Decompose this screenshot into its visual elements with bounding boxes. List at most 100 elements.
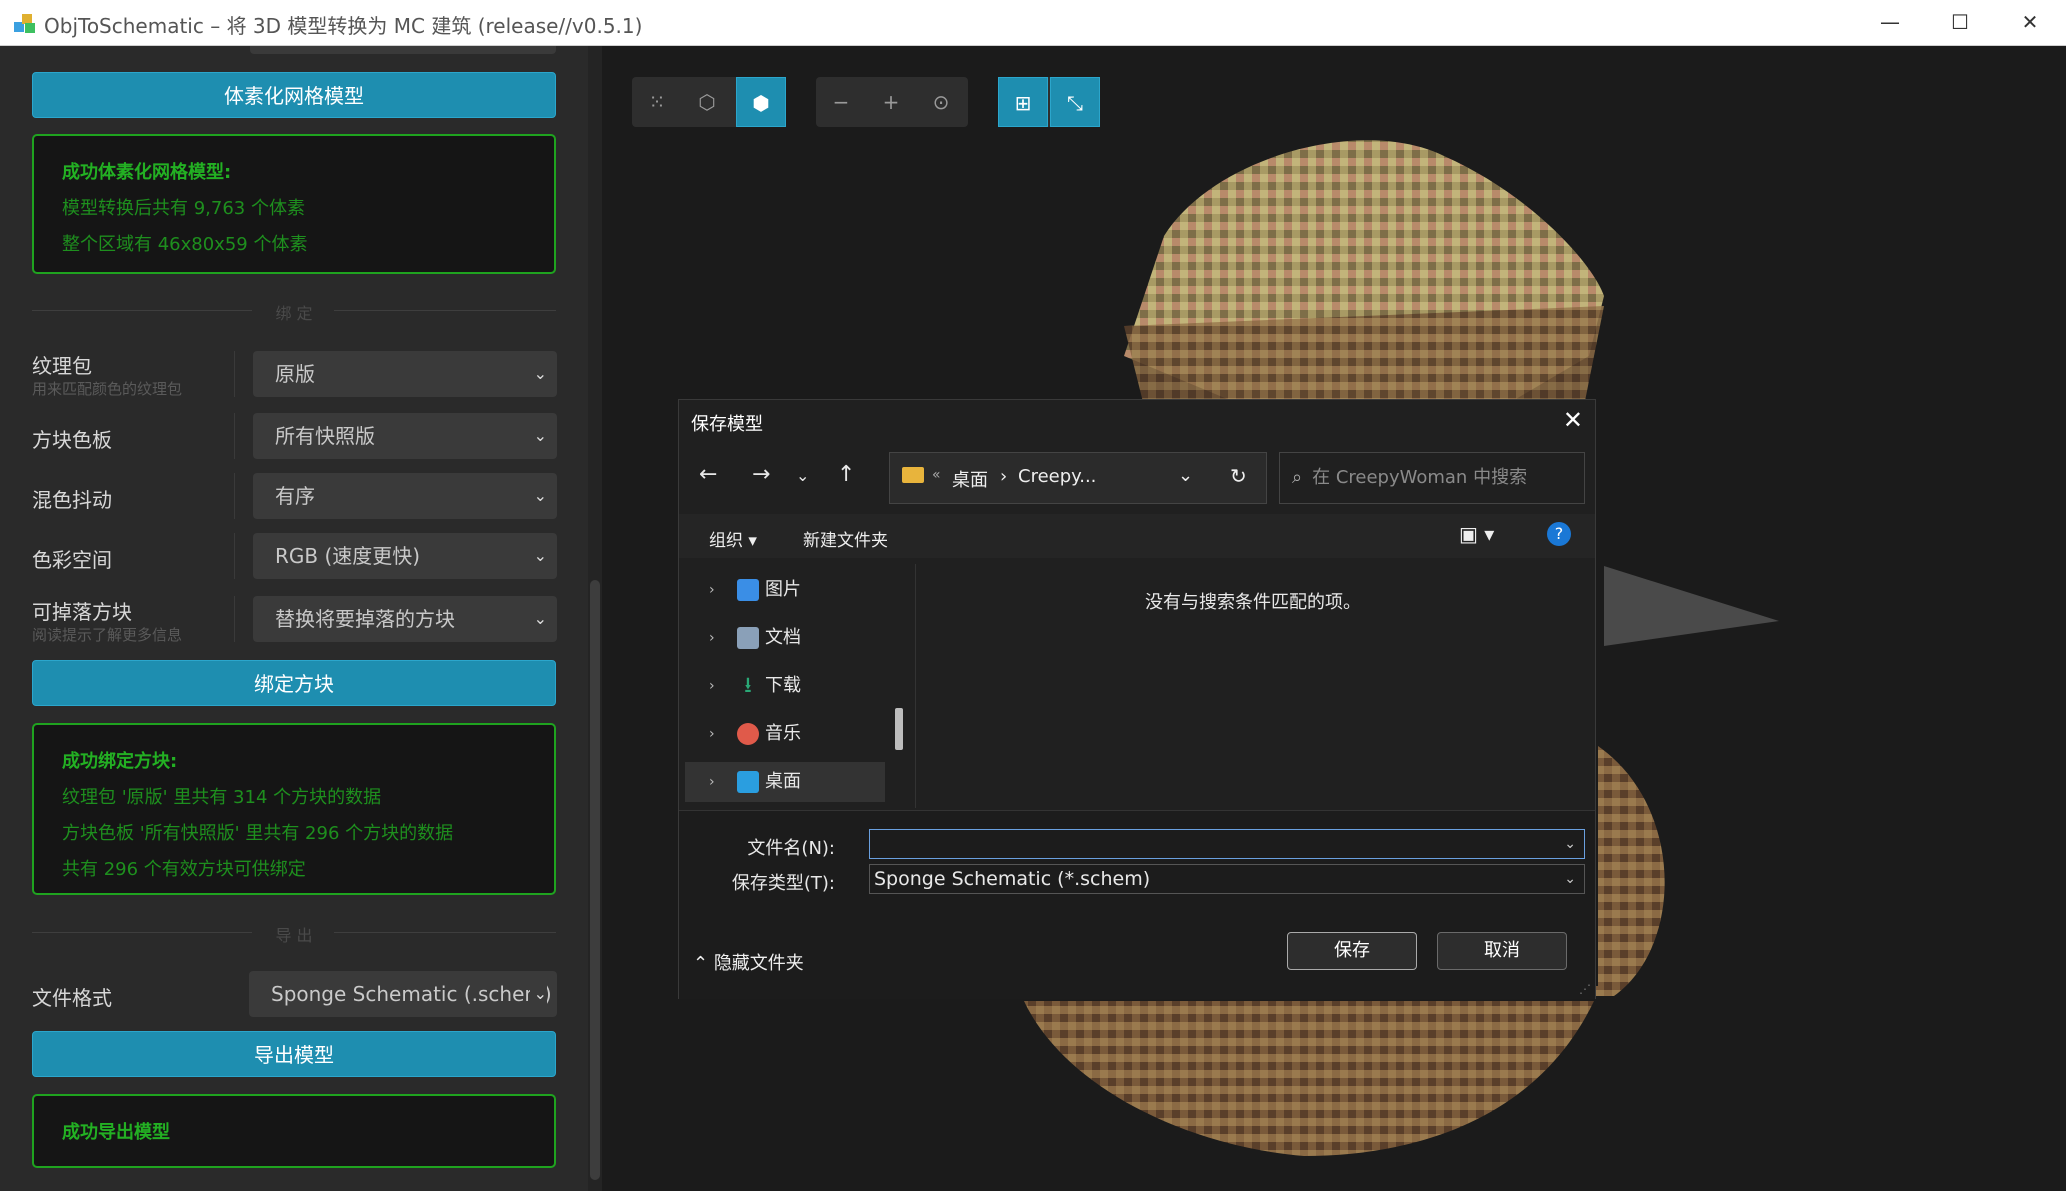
forward-icon[interactable]: →	[752, 462, 770, 487]
tree-scrollbar-thumb[interactable]	[895, 708, 903, 750]
address-bar[interactable]: « 桌面 › Creepy... ⌄ ↻	[889, 452, 1267, 504]
message-line: 方块色板 '所有快照版' 里共有 296 个方块的数据	[62, 823, 454, 844]
view-options-icon[interactable]: ▣ ▾	[1459, 522, 1494, 546]
dialog-title: 保存模型	[691, 414, 763, 435]
voxel-model-bottom	[1024, 1001, 1594, 1156]
zoom-out-icon[interactable]: −	[816, 77, 866, 127]
select-value: 替换将要掉落的方块	[275, 607, 455, 631]
tree-item-music[interactable]: › 音乐	[685, 714, 885, 754]
chevron-down-icon: ⌄	[533, 426, 547, 445]
tree-item-pictures[interactable]: › 图片	[685, 570, 885, 610]
refresh-icon[interactable]: ↻	[1230, 464, 1247, 488]
minimize-button[interactable]: —	[1855, 0, 1925, 45]
back-icon[interactable]: ←	[699, 462, 717, 487]
desktop-icon	[737, 771, 759, 793]
filetype-select[interactable]: Sponge Schematic (*.schem) ⌄	[869, 864, 1585, 894]
window-title: ObjToSchematic – 将 3D 模型转换为 MC 建筑 (relea…	[44, 14, 643, 38]
chevron-down-icon: ⌄	[533, 546, 547, 565]
cancel-button[interactable]: 取消	[1437, 932, 1567, 970]
up-icon[interactable]: ↑	[837, 462, 855, 487]
overlay-group: ⊞ ⤡	[998, 77, 1100, 127]
chevron-right-icon[interactable]: ›	[709, 618, 715, 658]
chevron-right-icon[interactable]: ›	[709, 666, 715, 706]
chevron-right-icon[interactable]: ›	[709, 762, 715, 802]
file-format-label: 文件格式	[32, 986, 112, 1010]
chevron-down-icon: ⌄	[533, 609, 547, 628]
block-palette-select[interactable]: 所有快照版 ⌄	[253, 413, 557, 459]
breadcrumb-folder[interactable]: Creepy...	[1018, 466, 1096, 487]
tree-label: 图片	[765, 579, 801, 600]
dialog-toolbar: 组织 ▾ 新建文件夹 ▣ ▾ ?	[679, 514, 1595, 558]
chevron-down-icon[interactable]: ⌄	[1564, 865, 1576, 893]
organize-menu[interactable]: 组织 ▾	[709, 526, 757, 551]
resize-grip-icon[interactable]: ⋰	[1579, 982, 1591, 996]
camera-group: − + ⊙	[816, 77, 968, 127]
help-icon[interactable]: ?	[1547, 522, 1571, 546]
filename-input[interactable]: ⌄	[869, 829, 1585, 859]
dithering-label: 混色抖动	[32, 488, 112, 512]
new-folder-button[interactable]: 新建文件夹	[803, 526, 888, 551]
message-heading: 成功体素化网格模型:	[62, 162, 232, 183]
filetype-value: Sponge Schematic (*.schem)	[874, 868, 1151, 890]
message-line: 纹理包 '原版' 里共有 314 个方块的数据	[62, 787, 382, 808]
grid-icon[interactable]: ⊞	[998, 77, 1048, 127]
export-button[interactable]: 导出模型	[32, 1031, 556, 1077]
partial-select	[250, 46, 556, 54]
voxel-cube-icon[interactable]: ⬢	[736, 77, 786, 127]
dialog-bottom-panel: 文件名(N): ⌄ 保存类型(T): Sponge Schematic (*.s…	[679, 810, 1595, 999]
recenter-icon[interactable]: ⊙	[916, 77, 966, 127]
axes-icon[interactable]: ⤡	[1050, 77, 1100, 127]
voxelize-button[interactable]: 体素化网格模型	[32, 72, 556, 118]
zoom-in-icon[interactable]: +	[866, 77, 916, 127]
select-value: RGB (速度更快)	[275, 544, 421, 568]
tree-item-desktop[interactable]: › 桌面	[685, 762, 885, 802]
sidebar: 体素化网格模型 成功体素化网格模型: 模型转换后共有 9,763 个体素 整个区…	[0, 46, 602, 1191]
address-overflow[interactable]: «	[932, 467, 941, 483]
chevron-down-icon: ⌄	[529, 971, 547, 1017]
falling-blocks-select[interactable]: 替换将要掉落的方块 ⌄	[253, 596, 557, 642]
tree-item-documents[interactable]: › 文档	[685, 618, 885, 658]
view-mode-group: ⁙ ⬡ ⬢	[632, 77, 786, 127]
sidebar-scrollbar-thumb[interactable]	[590, 580, 600, 1180]
texture-pack-hint: 用来匹配颜色的纹理包	[32, 380, 183, 398]
texture-pack-label: 纹理包	[32, 354, 92, 378]
voxelize-message: 成功体素化网格模型: 模型转换后共有 9,763 个体素 整个区域有 46x80…	[32, 134, 556, 274]
documents-icon	[737, 627, 759, 649]
chevron-right-icon[interactable]: ›	[709, 714, 715, 754]
chevron-down-icon: ⌄	[533, 364, 547, 383]
message-heading: 成功绑定方块:	[62, 751, 178, 772]
hide-folders-toggle[interactable]: ⌃ 隐藏文件夹	[693, 949, 804, 975]
close-window-button[interactable]: ✕	[1995, 0, 2065, 45]
chevron-down-icon: ⌄	[533, 486, 547, 505]
tree-item-downloads[interactable]: › ⭳ 下载	[685, 666, 885, 706]
message-line: 整个区域有 46x80x59 个体素	[62, 234, 308, 255]
close-icon[interactable]: ✕	[1563, 406, 1583, 434]
search-input[interactable]: ⌕ 在 CreepyWoman 中搜索	[1279, 452, 1585, 504]
address-dropdown-icon[interactable]: ⌄	[1178, 465, 1193, 486]
texture-pack-select[interactable]: 原版 ⌄	[253, 351, 557, 397]
breadcrumb-desktop[interactable]: 桌面	[952, 466, 988, 492]
dithering-select[interactable]: 有序 ⌄	[253, 473, 557, 519]
assign-message: 成功绑定方块: 纹理包 '原版' 里共有 314 个方块的数据 方块色板 '所有…	[32, 723, 556, 895]
recent-chevron-icon[interactable]: ⌄	[796, 466, 809, 485]
chevron-down-icon[interactable]: ⌄	[1564, 830, 1576, 858]
message-heading: 成功导出模型	[62, 1122, 170, 1143]
export-message: 成功导出模型	[32, 1094, 556, 1168]
tree-label: 音乐	[765, 723, 801, 744]
chevron-right-icon[interactable]: ›	[709, 570, 715, 610]
filename-label: 文件名(N):	[747, 838, 835, 859]
maximize-button[interactable]: ☐	[1925, 0, 1995, 45]
falling-blocks-label: 可掉落方块	[32, 600, 132, 624]
music-icon	[737, 723, 759, 745]
assign-blocks-button[interactable]: 绑定方块	[32, 660, 556, 706]
grid-plane	[1604, 566, 1779, 646]
select-value: 原版	[275, 362, 315, 386]
save-button[interactable]: 保存	[1287, 932, 1417, 970]
divider-label: 绑 定	[275, 304, 313, 323]
colour-space-select[interactable]: RGB (速度更快) ⌄	[253, 533, 557, 579]
tree-label: 文档	[765, 627, 801, 648]
file-format-select[interactable]: Sponge Schematic (.schem) ⌄	[249, 971, 557, 1017]
mesh-icon[interactable]: ⬡	[682, 77, 732, 127]
points-icon[interactable]: ⁙	[632, 77, 682, 127]
falling-blocks-hint: 阅读提示了解更多信息	[32, 626, 183, 644]
